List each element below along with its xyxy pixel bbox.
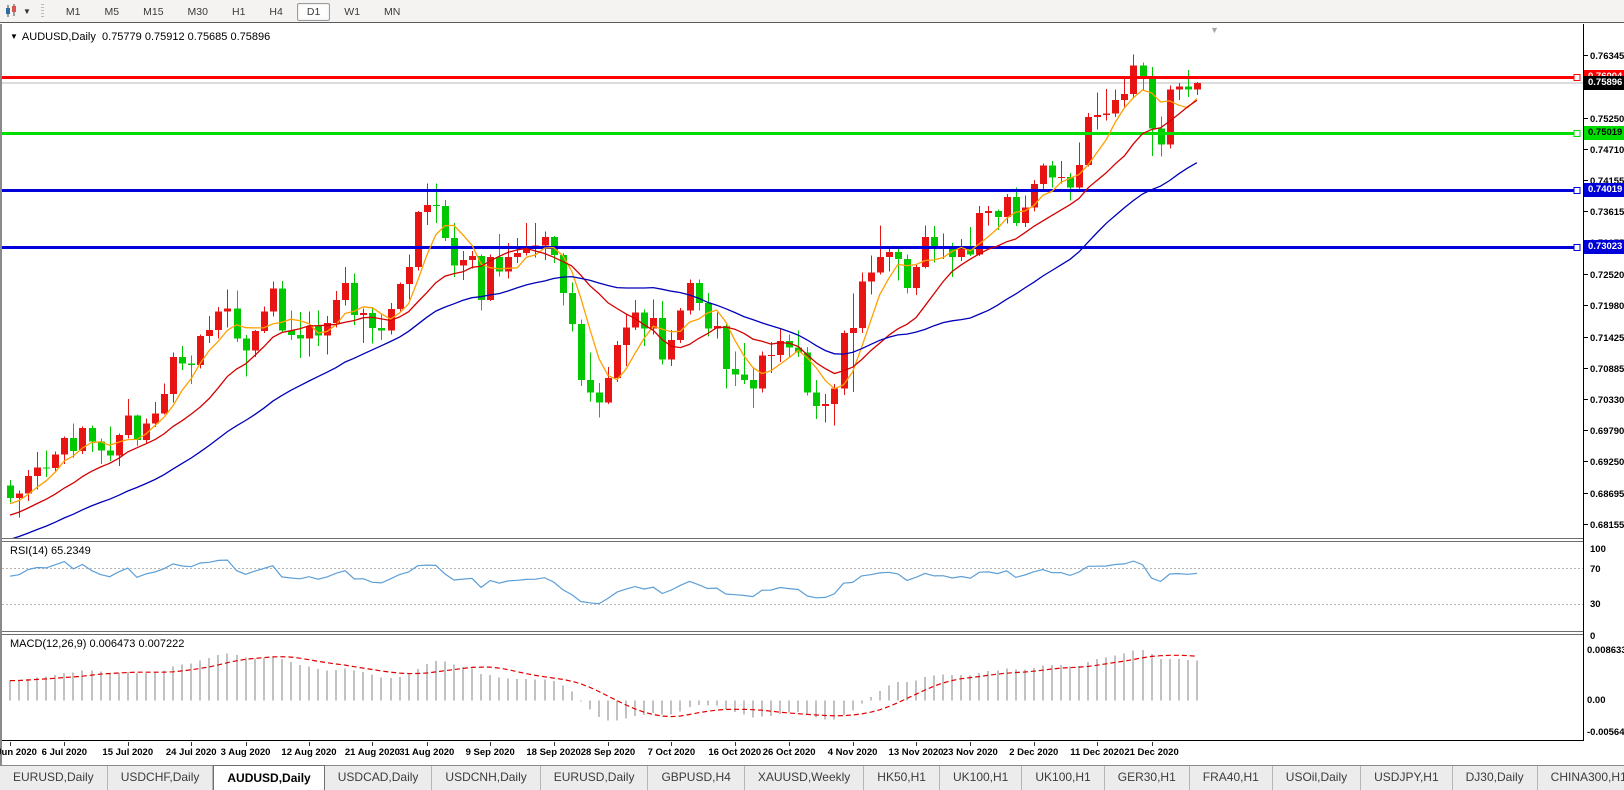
timeframe-button-m1[interactable]: M1 bbox=[56, 3, 91, 21]
date-tick-mark bbox=[853, 742, 854, 746]
date-tick-label: 21 Dec 2020 bbox=[1115, 747, 1189, 758]
date-tick-mark bbox=[1034, 742, 1035, 746]
rsi-tick-label: 30 bbox=[1590, 599, 1601, 610]
date-tick-mark bbox=[490, 742, 491, 746]
date-axis[interactable]: 26 Jun 20206 Jul 202015 Jul 202024 Jul 2… bbox=[2, 742, 1583, 764]
triangle-down-icon[interactable]: ▼ bbox=[10, 32, 18, 41]
price-tick-label: 0.71425 bbox=[1584, 333, 1624, 344]
chart-tab-xauusd-weekly[interactable]: XAUUSD,Weekly bbox=[745, 766, 864, 790]
rsi-label: RSI(14) 65.2349 bbox=[10, 545, 91, 557]
price-tick-label: 0.75250 bbox=[1584, 114, 1624, 125]
price-chart-panel[interactable]: ▼ AUDUSD,Daily 0.75779 0.75912 0.75685 0.… bbox=[2, 26, 1583, 538]
toolbar: ▼ M1M5M15 M30H1H4 D1W1MN bbox=[0, 0, 1624, 23]
price-tick-label: 0.72520 bbox=[1584, 270, 1624, 281]
rsi-tick-label: 0 bbox=[1590, 631, 1595, 642]
date-tick-mark bbox=[554, 742, 555, 746]
chart-tab-dj30-daily[interactable]: DJ30,Daily bbox=[1453, 766, 1538, 790]
chart-shift-marker-icon[interactable]: ▼ bbox=[1210, 26, 1219, 35]
timeframe-button-h4[interactable]: H4 bbox=[259, 3, 292, 21]
date-tick-mark bbox=[10, 742, 11, 746]
chart-tab-audusd-daily[interactable]: AUDUSD,Daily bbox=[213, 765, 324, 790]
timeframe-button-w1[interactable]: W1 bbox=[334, 3, 370, 21]
date-tick-mark bbox=[916, 742, 917, 746]
hline-price-badge: 0.75019 bbox=[1584, 126, 1624, 140]
chart-tab-usdchf-daily[interactable]: USDCHF,Daily bbox=[108, 766, 214, 790]
current-price-badge: 0.75896 bbox=[1584, 76, 1624, 90]
timeframe-button-m30[interactable]: M30 bbox=[178, 3, 218, 21]
hline-price-badge: 0.73023 bbox=[1584, 240, 1624, 254]
date-tick-mark bbox=[671, 742, 672, 746]
macd-main-value: 0.006473 bbox=[89, 638, 135, 650]
date-tick-mark bbox=[608, 742, 609, 746]
macd-canvas[interactable] bbox=[2, 635, 1583, 740]
chart-window: ▼ AUDUSD,Daily 0.75779 0.75912 0.75685 0.… bbox=[0, 24, 1624, 765]
price-chart-canvas[interactable] bbox=[2, 26, 1583, 538]
rsi-tick-label: 100 bbox=[1590, 544, 1606, 555]
price-tick-label: 0.76345 bbox=[1584, 51, 1624, 62]
chart-tab-usoil-daily[interactable]: USOil,Daily bbox=[1273, 766, 1361, 790]
macd-tick-label: 0.008633 bbox=[1587, 645, 1624, 656]
axis-divider bbox=[2, 740, 1583, 741]
chart-tab-fra40-h1[interactable]: FRA40,H1 bbox=[1190, 766, 1273, 790]
macd-tick-label: 0.00 bbox=[1587, 695, 1606, 706]
date-tick-mark bbox=[128, 742, 129, 746]
price-tick-label: 0.68695 bbox=[1584, 489, 1624, 500]
macd-tick-label: -0.005641 bbox=[1587, 727, 1624, 738]
timeframe-button-m15[interactable]: M15 bbox=[133, 3, 173, 21]
chart-tab-uk100-h1[interactable]: UK100,H1 bbox=[940, 766, 1022, 790]
toolbar-grip bbox=[41, 4, 44, 19]
chart-tab-eurusd-daily[interactable]: EURUSD,Daily bbox=[0, 766, 108, 790]
chart-tab-gbpusd-h4[interactable]: GBPUSD,H4 bbox=[648, 766, 744, 790]
date-tick-mark bbox=[246, 742, 247, 746]
date-tick-mark bbox=[1097, 742, 1098, 746]
chart-symbol-period: AUDUSD,Daily bbox=[22, 31, 96, 43]
price-tick-label: 0.70885 bbox=[1584, 364, 1624, 375]
rsi-value: 65.2349 bbox=[51, 545, 91, 557]
price-axis[interactable]: 0.763450.758050.752500.747100.741550.736… bbox=[1584, 24, 1624, 741]
ohlc-values: 0.75779 0.75912 0.75685 0.75896 bbox=[102, 31, 270, 43]
timeframe-button-d1[interactable]: D1 bbox=[297, 3, 330, 21]
price-tick-label: 0.69790 bbox=[1584, 426, 1624, 437]
timeframe-button-group: M1M5M15 M30H1H4 D1W1MN bbox=[54, 2, 412, 20]
chart-tab-bar: EURUSD,DailyUSDCHF,DailyAUDUSD,DailyUSDC… bbox=[0, 765, 1624, 790]
chart-tab-china300-h1[interactable]: CHINA300,H1 bbox=[1538, 766, 1624, 790]
timeframe-button-h1[interactable]: H1 bbox=[222, 3, 255, 21]
date-tick-mark bbox=[735, 742, 736, 746]
date-tick-mark bbox=[191, 742, 192, 746]
price-tick-label: 0.73615 bbox=[1584, 207, 1624, 218]
date-tick-mark bbox=[1152, 742, 1153, 746]
chart-tab-ger30-h1[interactable]: GER30,H1 bbox=[1105, 766, 1190, 790]
macd-signal-value: 0.007222 bbox=[138, 638, 184, 650]
rsi-canvas[interactable] bbox=[2, 542, 1583, 631]
chevron-down-icon[interactable]: ▼ bbox=[23, 7, 31, 16]
price-tick-label: 0.74710 bbox=[1584, 145, 1624, 156]
price-tick-label: 0.68155 bbox=[1584, 520, 1624, 531]
timeframe-button-mn[interactable]: MN bbox=[374, 3, 410, 21]
chart-tab-eurusd-daily[interactable]: EURUSD,Daily bbox=[541, 766, 649, 790]
candlestick-chart-icon[interactable] bbox=[5, 4, 21, 18]
price-tick-label: 0.71980 bbox=[1584, 301, 1624, 312]
date-tick-mark bbox=[789, 742, 790, 746]
date-tick-mark bbox=[372, 742, 373, 746]
chart-title: ▼ AUDUSD,Daily 0.75779 0.75912 0.75685 0.… bbox=[10, 31, 270, 43]
date-tick-mark bbox=[309, 742, 310, 746]
date-tick-mark bbox=[970, 742, 971, 746]
rsi-panel[interactable]: RSI(14) 65.2349 bbox=[2, 542, 1583, 631]
date-tick-mark bbox=[64, 742, 65, 746]
chart-tab-usdcad-daily[interactable]: USDCAD,Daily bbox=[325, 766, 433, 790]
chart-tab-uk100-h1[interactable]: UK100,H1 bbox=[1022, 766, 1104, 790]
date-tick-mark bbox=[427, 742, 428, 746]
price-tick-label: 0.69250 bbox=[1584, 457, 1624, 468]
chart-tab-usdcnh-daily[interactable]: USDCNH,Daily bbox=[432, 766, 540, 790]
chart-tab-usdjpy-h1[interactable]: USDJPY,H1 bbox=[1361, 766, 1452, 790]
trading-terminal-window: ▼ M1M5M15 M30H1H4 D1W1MN ▼ AUDUSD,Daily 0.7… bbox=[0, 0, 1624, 790]
macd-label: MACD(12,26,9) 0.006473 0.007222 bbox=[10, 638, 184, 650]
chart-tab-hk50-h1[interactable]: HK50,H1 bbox=[864, 766, 940, 790]
price-tick-label: 0.70330 bbox=[1584, 395, 1624, 406]
macd-panel[interactable]: MACD(12,26,9) 0.006473 0.007222 bbox=[2, 635, 1583, 740]
hline-price-badge: 0.74019 bbox=[1584, 183, 1624, 197]
timeframe-button-m5[interactable]: M5 bbox=[95, 3, 130, 21]
rsi-tick-label: 70 bbox=[1590, 564, 1601, 575]
